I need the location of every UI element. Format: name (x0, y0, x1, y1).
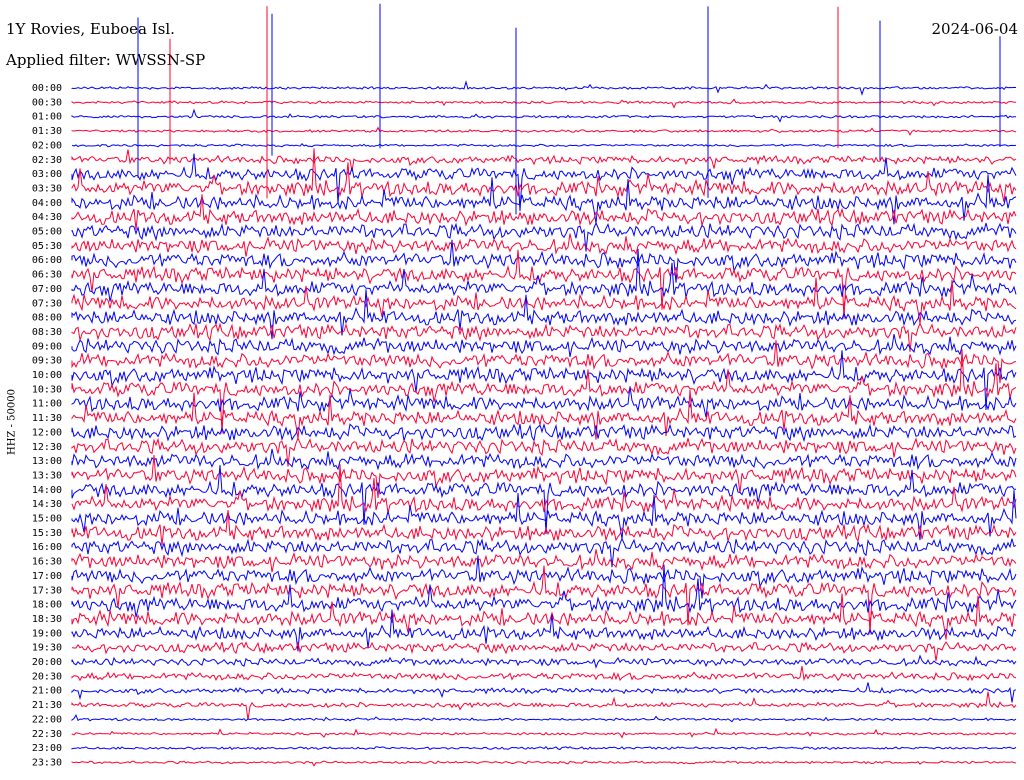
row-label-0930: 09:30 (32, 356, 62, 367)
trace-2030 (71, 666, 1017, 682)
trace-0930 (71, 340, 1017, 384)
trace-0430 (71, 194, 1017, 230)
row-label-1230: 12:30 (32, 442, 62, 453)
row-label-1500: 15:00 (32, 514, 62, 525)
row-label-0600: 06:00 (32, 255, 62, 266)
row-label-0130: 01:30 (32, 126, 62, 137)
row-label-0400: 04:00 (32, 198, 62, 209)
trace-1930 (71, 641, 1017, 661)
row-label-1100: 11:00 (32, 399, 62, 410)
row-label-1430: 14:30 (32, 499, 62, 510)
row-label-0730: 07:30 (32, 298, 62, 309)
row-label-2100: 21:00 (32, 686, 62, 697)
trace-0530 (71, 233, 1017, 257)
row-label-0300: 03:00 (32, 169, 62, 180)
trace-1530 (71, 509, 1017, 546)
trace-2230 (71, 727, 1017, 739)
row-label-0630: 06:30 (32, 270, 62, 281)
row-label-0700: 07:00 (32, 284, 62, 295)
row-label-0530: 05:30 (32, 241, 62, 252)
row-label-0900: 09:00 (32, 341, 62, 352)
row-label-0000: 00:00 (32, 83, 62, 94)
row-label-1330: 13:30 (32, 470, 62, 481)
trace-1200 (71, 422, 1017, 443)
row-label-0200: 02:00 (32, 140, 62, 151)
row-label-1930: 19:30 (32, 643, 62, 654)
trace-1600 (71, 537, 1017, 568)
row-label-0030: 00:30 (32, 97, 62, 108)
row-label-0800: 08:00 (32, 313, 62, 324)
row-label-1530: 15:30 (32, 528, 62, 539)
row-label-1200: 12:00 (32, 427, 62, 438)
trace-1300 (71, 448, 1017, 471)
row-label-2330: 23:30 (32, 757, 62, 768)
row-label-1630: 16:30 (32, 557, 62, 568)
trace-1800 (71, 564, 1017, 618)
trace-1430 (71, 464, 1017, 514)
row-label-2130: 21:30 (32, 700, 62, 711)
row-label-0100: 01:00 (32, 112, 62, 123)
trace-2300 (71, 745, 1017, 751)
row-label-2300: 23:00 (32, 743, 62, 754)
row-label-2030: 20:30 (32, 671, 62, 682)
row-label-1600: 16:00 (32, 542, 62, 553)
row-label-1900: 19:00 (32, 628, 62, 639)
row-label-2230: 22:30 (32, 729, 62, 740)
row-label-1000: 10:00 (32, 370, 62, 381)
seismogram-plot: 00:00 00:30 01:00 01:30 02:00 02:30 03:00 03:30… (32, 3, 1017, 768)
trace-0230 (71, 149, 1017, 172)
row-label-1800: 18:00 (32, 600, 62, 611)
trace-2130 (71, 691, 1017, 720)
trace-0130 (71, 126, 1017, 136)
trace-0100 (71, 108, 1016, 123)
row-label-1130: 11:30 (32, 413, 62, 424)
row-label-1730: 17:30 (32, 585, 62, 596)
row-label-1700: 17:00 (32, 571, 62, 582)
row-label-1300: 13:00 (32, 456, 62, 467)
trace-2200 (71, 713, 1017, 723)
trace-0200 (71, 143, 1017, 148)
row-label-1830: 18:30 (32, 614, 62, 625)
trace-1700 (71, 555, 1017, 599)
row-label-2200: 22:00 (32, 714, 62, 725)
row-label-1400: 14:00 (32, 485, 62, 496)
trace-0330 (71, 148, 1017, 203)
row-label-0430: 04:30 (32, 212, 62, 223)
row-label-0230: 02:30 (32, 155, 62, 166)
row-label-1030: 10:30 (32, 384, 62, 395)
row-label-0330: 03:30 (32, 183, 62, 194)
trace-2330 (71, 760, 1017, 767)
row-label-2000: 20:00 (32, 657, 62, 668)
trace-2000 (71, 654, 1017, 669)
trace-0000 (71, 80, 1017, 96)
trace-0900 (71, 333, 1017, 357)
trace-0030 (71, 98, 1017, 109)
row-label-0500: 05:00 (32, 227, 62, 238)
row-label-0830: 08:30 (32, 327, 62, 338)
trace-1000 (71, 350, 1017, 411)
trace-2100 (71, 682, 1017, 703)
